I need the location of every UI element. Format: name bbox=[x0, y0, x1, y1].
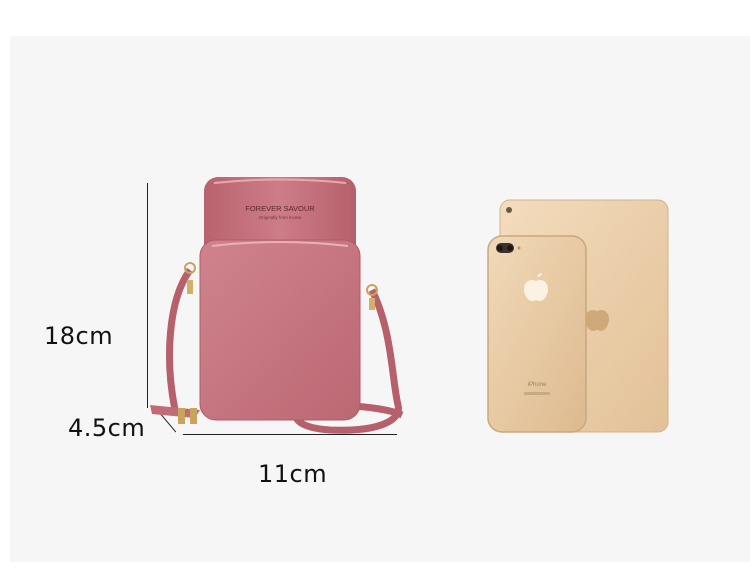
phone-label: iPhone bbox=[528, 382, 547, 388]
zipper-pull bbox=[178, 408, 185, 424]
brand-subtext: Originally from Korea bbox=[259, 215, 302, 220]
clasp-right bbox=[369, 298, 375, 310]
strap-left bbox=[166, 267, 193, 411]
clasp-left bbox=[187, 280, 193, 294]
phone-device: iPhone bbox=[487, 235, 587, 433]
zipper-pull bbox=[190, 408, 197, 424]
bag-front-panel bbox=[200, 240, 360, 420]
brand-text: FOREVER SAVOUR bbox=[245, 204, 315, 213]
crossbody-phone-bag: FOREVER SAVOUR Originally from Korea iPh… bbox=[150, 177, 669, 434]
